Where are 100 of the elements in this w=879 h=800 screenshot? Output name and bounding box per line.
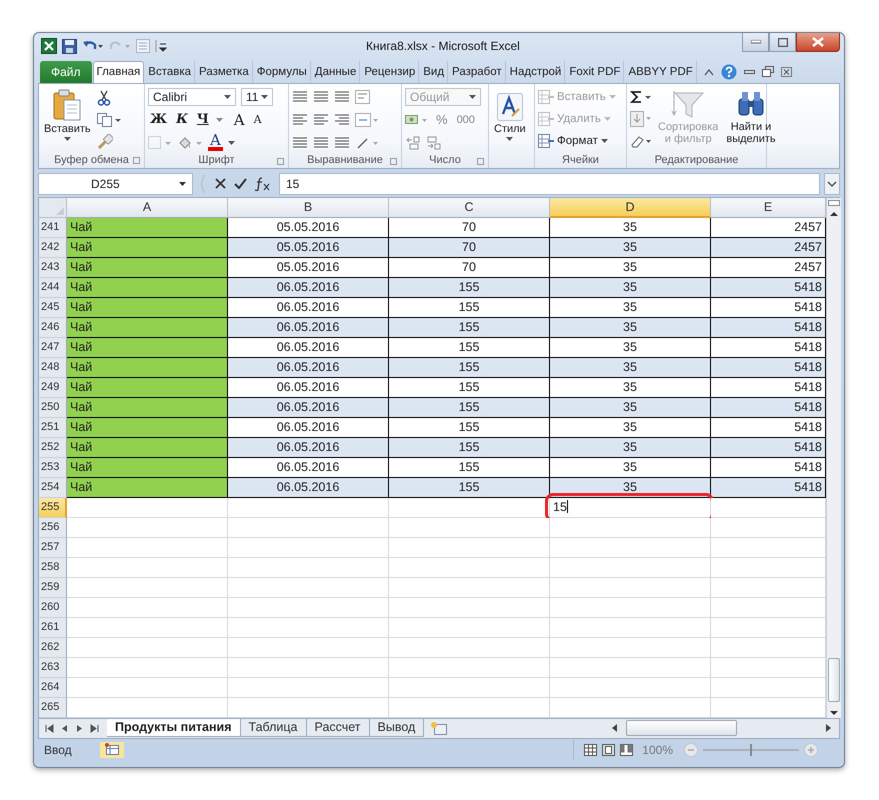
row-header[interactable]: 256 bbox=[39, 518, 67, 538]
row-header[interactable]: 248 bbox=[39, 358, 67, 378]
fill-color-icon[interactable] bbox=[177, 134, 203, 151]
row-header[interactable]: 255 bbox=[39, 498, 67, 518]
enter-icon[interactable] bbox=[234, 178, 247, 190]
indent-icon[interactable] bbox=[292, 136, 308, 150]
text-orientation-icon[interactable] bbox=[355, 136, 379, 150]
italic-button[interactable]: К bbox=[174, 112, 190, 128]
vertical-align-icon[interactable] bbox=[334, 90, 350, 104]
formula-input[interactable]: 15 bbox=[279, 172, 820, 195]
vertical-align-icon[interactable] bbox=[313, 90, 329, 104]
decrease-decimal-icon[interactable] bbox=[426, 136, 442, 150]
fill-down-icon[interactable] bbox=[630, 110, 652, 127]
grow-font-button[interactable]: A bbox=[232, 110, 247, 129]
column-header[interactable]: D bbox=[550, 198, 711, 218]
row-header[interactable]: 264 bbox=[39, 678, 67, 698]
cancel-icon[interactable] bbox=[215, 178, 226, 190]
horizontal-align-icon[interactable] bbox=[313, 112, 329, 127]
first-sheet-icon[interactable] bbox=[45, 724, 54, 733]
row-header[interactable]: 252 bbox=[39, 438, 67, 458]
vertical-scrollbar[interactable] bbox=[826, 198, 841, 718]
column-header[interactable]: B bbox=[228, 198, 389, 218]
wrap-text-icon[interactable] bbox=[355, 90, 371, 104]
minimize-workbook-icon[interactable] bbox=[744, 68, 755, 75]
row-header[interactable]: 244 bbox=[39, 278, 67, 298]
split-handle-icon[interactable] bbox=[827, 200, 841, 207]
row-header[interactable]: 261 bbox=[39, 618, 67, 638]
column-header[interactable]: A bbox=[67, 198, 228, 218]
row-header[interactable]: 260 bbox=[39, 598, 67, 618]
previous-sheet-icon[interactable] bbox=[60, 724, 69, 733]
sheet-tab[interactable]: Вывод bbox=[370, 718, 424, 737]
file-tab[interactable]: Файл bbox=[40, 60, 92, 83]
macro-record-icon[interactable] bbox=[100, 742, 124, 758]
horizontal-align-icon[interactable] bbox=[292, 112, 308, 127]
indent-icon[interactable] bbox=[313, 136, 329, 150]
name-box[interactable]: D255 bbox=[38, 172, 193, 195]
column-header[interactable]: C bbox=[389, 198, 550, 218]
new-sheet-icon[interactable] bbox=[430, 720, 448, 735]
find-select-button[interactable]: Найти и выделить bbox=[724, 86, 778, 147]
row-header[interactable]: 258 bbox=[39, 558, 67, 578]
currency-icon[interactable] bbox=[405, 112, 429, 127]
last-sheet-icon[interactable] bbox=[90, 724, 99, 733]
eraser-icon[interactable] bbox=[630, 134, 652, 148]
cells-menu-button[interactable]: Формат bbox=[538, 132, 608, 151]
row-header[interactable]: 249 bbox=[39, 378, 67, 398]
page-break-icon[interactable] bbox=[620, 744, 634, 756]
font-color-button[interactable]: A bbox=[208, 134, 223, 152]
autosum-icon[interactable] bbox=[630, 90, 652, 104]
customize-icon[interactable] bbox=[155, 39, 167, 54]
restore-workbook-icon[interactable] bbox=[762, 66, 774, 78]
save-icon[interactable] bbox=[62, 38, 77, 54]
page-layout-icon[interactable] bbox=[602, 744, 616, 756]
bold-button[interactable]: Ж bbox=[148, 112, 170, 128]
shrink-font-button[interactable]: A bbox=[252, 113, 264, 126]
horizontal-align-icon[interactable] bbox=[334, 112, 350, 127]
close-workbook-icon[interactable] bbox=[780, 66, 792, 77]
row-header[interactable]: 245 bbox=[39, 298, 67, 318]
row-header[interactable]: 259 bbox=[39, 578, 67, 598]
row-header[interactable]: 253 bbox=[39, 458, 67, 478]
underline-button[interactable]: Ч bbox=[194, 112, 211, 128]
scroll-thumb[interactable] bbox=[626, 720, 737, 736]
cut-icon[interactable] bbox=[96, 90, 111, 106]
close-button[interactable] bbox=[796, 33, 840, 52]
font-size-field[interactable]: 11 bbox=[241, 88, 273, 106]
increase-decimal-icon[interactable] bbox=[405, 136, 421, 150]
caret-icon[interactable] bbox=[228, 140, 235, 145]
maximize-button[interactable] bbox=[769, 33, 796, 52]
merge-cells-icon[interactable] bbox=[355, 112, 379, 127]
row-header[interactable]: 257 bbox=[39, 538, 67, 558]
next-sheet-icon[interactable] bbox=[75, 724, 84, 733]
column-header[interactable]: E bbox=[711, 198, 826, 218]
help-icon[interactable] bbox=[720, 64, 737, 80]
ribbon-tab[interactable]: Главная bbox=[92, 60, 144, 83]
insert-function-icon[interactable] bbox=[255, 176, 271, 191]
row-header[interactable]: 247 bbox=[39, 338, 67, 358]
expand-formula-bar-icon[interactable] bbox=[824, 172, 840, 195]
row-header[interactable]: 250 bbox=[39, 398, 67, 418]
styles-button[interactable]: Стили bbox=[492, 86, 528, 143]
scroll-right-icon[interactable] bbox=[823, 722, 833, 733]
scroll-thumb[interactable] bbox=[828, 658, 840, 702]
paste-button[interactable]: Вставить bbox=[42, 86, 93, 143]
row-header[interactable]: 262 bbox=[39, 638, 67, 658]
sheet-tab[interactable]: Продукты питания bbox=[107, 718, 240, 737]
caret-icon[interactable] bbox=[216, 118, 223, 122]
row-header[interactable]: 243 bbox=[39, 258, 67, 278]
row-header[interactable]: 265 bbox=[39, 698, 67, 718]
row-header[interactable]: 251 bbox=[39, 418, 67, 438]
row-header[interactable]: 263 bbox=[39, 658, 67, 678]
collapse-ribbon-icon[interactable] bbox=[704, 68, 714, 76]
format-painter-icon[interactable] bbox=[96, 134, 113, 150]
font-family-field[interactable]: Calibri bbox=[148, 88, 236, 106]
indent-icon[interactable] bbox=[334, 136, 350, 150]
row-header[interactable]: 246 bbox=[39, 318, 67, 338]
copy-icon[interactable] bbox=[96, 112, 121, 127]
vertical-align-icon[interactable] bbox=[292, 90, 308, 104]
row-header[interactable]: 241 bbox=[39, 218, 67, 238]
row-header[interactable]: 242 bbox=[39, 238, 67, 258]
sheet-tab[interactable]: Рассчет bbox=[306, 718, 370, 737]
sheet-tab[interactable]: Таблица bbox=[240, 718, 307, 737]
normal-view-icon[interactable] bbox=[584, 744, 598, 756]
